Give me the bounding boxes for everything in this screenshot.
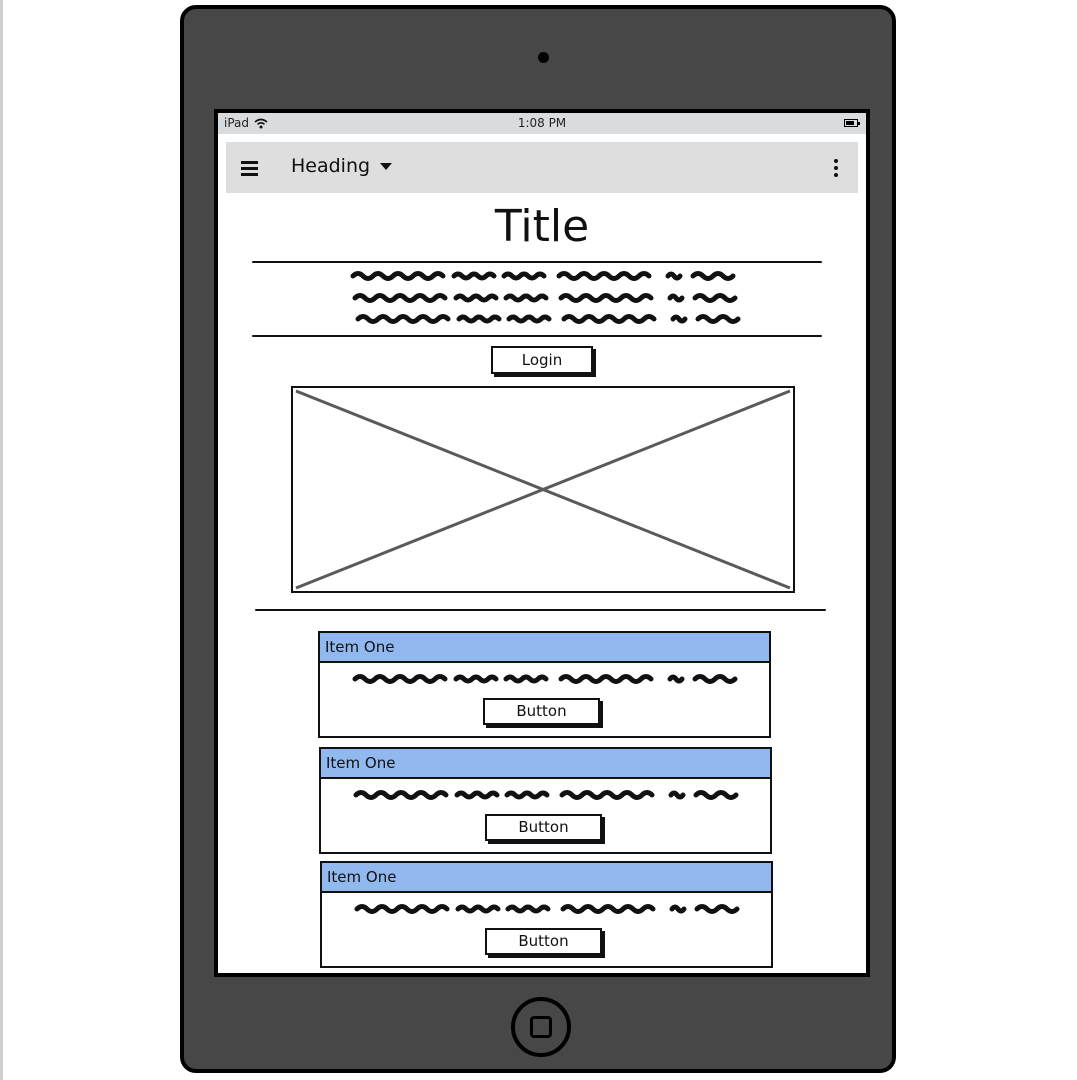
item-card-title: Item One — [320, 633, 769, 663]
item-card-placeholder-text — [352, 674, 738, 684]
image-placeholder — [291, 386, 795, 593]
item-card-title: Item One — [321, 749, 770, 779]
status-bar: iPad 1:08 PM — [218, 113, 866, 134]
more-vertical-icon[interactable] — [834, 159, 838, 177]
item-card-title: Item One — [322, 863, 771, 893]
item-card-placeholder-text — [354, 904, 740, 914]
battery-icon — [844, 119, 860, 127]
placeholder-paragraph — [350, 271, 741, 324]
heading-dropdown[interactable]: Heading — [291, 155, 393, 177]
item-card: Item One Button — [320, 861, 773, 968]
home-button-icon[interactable] — [511, 997, 571, 1057]
image-placeholder-cross — [295, 389, 791, 590]
hamburger-menu-icon[interactable] — [241, 161, 258, 176]
item-card: Item One Button — [319, 747, 772, 854]
divider-bottom — [255, 609, 826, 611]
item-card-button[interactable]: Button — [485, 928, 602, 955]
heading-label: Heading — [291, 155, 371, 177]
status-time: 1:08 PM — [517, 116, 567, 130]
caret-down-icon — [380, 162, 393, 170]
page-title: Title — [494, 201, 590, 252]
left-edge-line — [0, 0, 3, 1080]
item-card-button[interactable]: Button — [483, 698, 600, 725]
item-card: Item One Button — [318, 631, 771, 738]
divider-middle — [252, 335, 822, 337]
top-navbar: Heading — [226, 142, 858, 193]
divider-top — [252, 261, 822, 263]
tablet-frame: iPad 1:08 PM Heading Title Login Item On… — [180, 5, 896, 1073]
tablet-screen: iPad 1:08 PM Heading Title Login Item On… — [214, 109, 870, 977]
login-button[interactable]: Login — [491, 346, 593, 374]
item-card-button[interactable]: Button — [485, 814, 602, 841]
camera-icon — [538, 52, 549, 63]
item-card-placeholder-text — [353, 790, 739, 800]
